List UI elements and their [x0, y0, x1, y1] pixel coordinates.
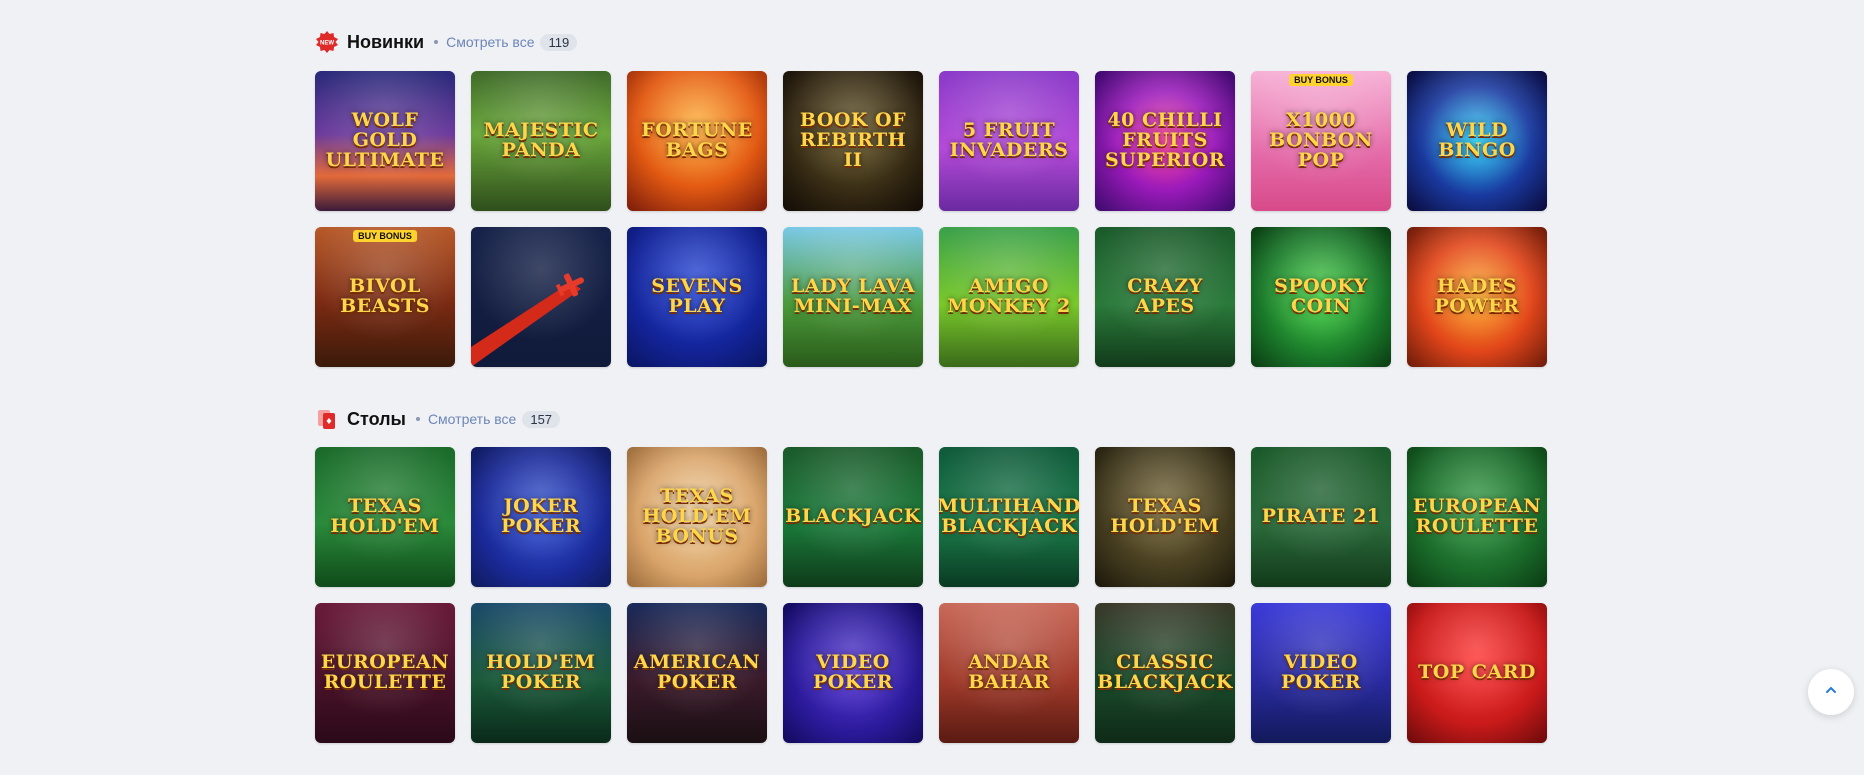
game-tile[interactable]: LADY LAVA MINI-MAX — [783, 227, 923, 367]
game-tile[interactable]: EUROPEAN ROULETTE — [1407, 447, 1547, 587]
game-tile[interactable]: WILD BINGO — [1407, 71, 1547, 211]
game-title: ANDAR BAHAR — [968, 651, 1050, 693]
game-tile[interactable]: 5 FRUIT INVADERS — [939, 71, 1079, 211]
game-title: MAJESTIC PANDA — [483, 119, 599, 161]
game-title: AMERICAN POKER — [633, 651, 761, 693]
game-tile[interactable]: ANDAR BAHAR — [939, 603, 1079, 743]
game-title: JOKER POKER — [500, 495, 582, 537]
game-tile[interactable]: BUY BONUS x1000 BONBON POP — [1251, 71, 1391, 211]
cards-icon — [315, 407, 339, 431]
game-title: FORTUNE BAGS — [641, 119, 753, 161]
game-title: PIRATE 21 — [1261, 505, 1381, 528]
separator-dot — [434, 40, 439, 44]
game-title: x1000 BONBON POP — [1269, 109, 1373, 171]
game-tile[interactable]: SEVENS PLAY — [627, 227, 767, 367]
game-title: CLASSIC BLACKJACK — [1097, 651, 1233, 693]
game-title: WOLF GOLD ULTIMATE — [325, 109, 445, 171]
game-title: SPOOKY COIN — [1274, 275, 1368, 317]
separator-dot — [415, 417, 420, 421]
game-title: VIDEO POKER — [812, 651, 894, 693]
count-badge: 157 — [522, 410, 561, 428]
game-tile[interactable] — [471, 227, 611, 367]
section-new: NEW Новинки Смотреть все 119 WOLF GOLD U… — [315, 27, 1555, 367]
see-all-link[interactable]: Смотреть все — [428, 411, 516, 427]
game-title: TEXAS HOLD'EM — [1110, 495, 1220, 537]
buy-bonus-badge: BUY BONUS — [353, 230, 417, 242]
game-tile[interactable]: BOOK OF REBIRTH II — [783, 71, 923, 211]
game-tile[interactable]: HOLD'EM POKER — [471, 603, 611, 743]
game-grid: TEXAS HOLD'EM JOKER POKER TEXAS HOLD'EM BO… — [315, 447, 1547, 743]
game-tile[interactable]: TEXAS HOLD'EM — [1095, 447, 1235, 587]
game-tile[interactable]: VIDEO POKER — [783, 603, 923, 743]
game-tile[interactable]: PIRATE 21 — [1251, 447, 1391, 587]
chevron-up-icon — [1824, 683, 1838, 702]
buy-bonus-badge: BUY BONUS — [1289, 74, 1353, 86]
game-title: MULTIHAND BLACKJACK — [939, 495, 1079, 537]
game-tile[interactable]: TEXAS HOLD'EM — [315, 447, 455, 587]
game-title: VIDEO POKER — [1280, 651, 1362, 693]
see-all-link[interactable]: Смотреть все — [446, 34, 534, 50]
game-title: HOLD'EM POKER — [486, 651, 596, 693]
game-title: EUROPEAN ROULETTE — [320, 651, 450, 693]
game-tile[interactable]: AMIGO MONKEY 2 — [939, 227, 1079, 367]
game-title — [535, 293, 547, 301]
game-tile[interactable]: HADES POWER — [1407, 227, 1547, 367]
game-title: TEXAS HOLD'EM — [330, 495, 440, 537]
game-title: CRAZY APES — [1127, 275, 1203, 317]
game-tile[interactable]: BUY BONUS BIVOL BEASTS — [315, 227, 455, 367]
game-title: HADES POWER — [1434, 275, 1520, 317]
game-tile[interactable]: TEXAS HOLD'EM BONUS — [627, 447, 767, 587]
game-title: WILD BINGO — [1438, 119, 1516, 161]
game-title: LADY LAVA MINI-MAX — [791, 275, 915, 317]
game-tile[interactable]: 40 CHILLI FRUITS SUPERIOR — [1095, 71, 1235, 211]
game-title: BIVOL BEASTS — [340, 275, 430, 317]
game-title: EUROPEAN ROULETTE — [1412, 495, 1542, 537]
game-title: 40 CHILLI FRUITS SUPERIOR — [1104, 109, 1226, 171]
game-tile[interactable]: EUROPEAN ROULETTE — [315, 603, 455, 743]
game-title: 5 FRUIT INVADERS — [949, 119, 1069, 161]
svg-text:NEW: NEW — [320, 41, 334, 47]
section-header: NEW Новинки Смотреть все 119 — [315, 27, 1555, 57]
new-badge-icon: NEW — [315, 30, 339, 54]
game-tile[interactable]: MAJESTIC PANDA — [471, 71, 611, 211]
game-title: AMIGO MONKEY 2 — [947, 275, 1071, 317]
game-tile[interactable]: JOKER POKER — [471, 447, 611, 587]
game-tile[interactable]: CLASSIC BLACKJACK — [1095, 603, 1235, 743]
section-title: Новинки — [347, 31, 425, 52]
game-title: TEXAS HOLD'EM BONUS — [642, 485, 752, 547]
game-tile[interactable]: CRAZY APES — [1095, 227, 1235, 367]
game-tile[interactable]: AMERICAN POKER — [627, 603, 767, 743]
game-title: TOP CARD — [1418, 661, 1536, 684]
count-badge: 119 — [540, 33, 578, 51]
scroll-top-button[interactable] — [1808, 669, 1854, 715]
game-tile[interactable]: FORTUNE BAGS — [627, 71, 767, 211]
game-tile[interactable]: VIDEO POKER — [1251, 603, 1391, 743]
game-grid: WOLF GOLD ULTIMATE MAJESTIC PANDA FORTUNE … — [315, 71, 1547, 367]
game-tile[interactable]: TOP CARD — [1407, 603, 1547, 743]
game-title: SEVENS PLAY — [651, 275, 743, 317]
game-tile[interactable]: SPOOKY COIN — [1251, 227, 1391, 367]
game-tile[interactable]: WOLF GOLD ULTIMATE — [315, 71, 455, 211]
game-title: BOOK OF REBIRTH II — [799, 109, 907, 171]
section-title: Столы — [347, 408, 406, 429]
game-tile[interactable]: BLACKJACK — [783, 447, 923, 587]
game-title: BLACKJACK — [785, 505, 921, 528]
game-tile[interactable]: MULTIHAND BLACKJACK — [939, 447, 1079, 587]
section-tables: Столы Смотреть все 157 TEXAS HOLD'EM JOKE… — [315, 404, 1555, 743]
section-header: Столы Смотреть все 157 — [315, 404, 1555, 434]
